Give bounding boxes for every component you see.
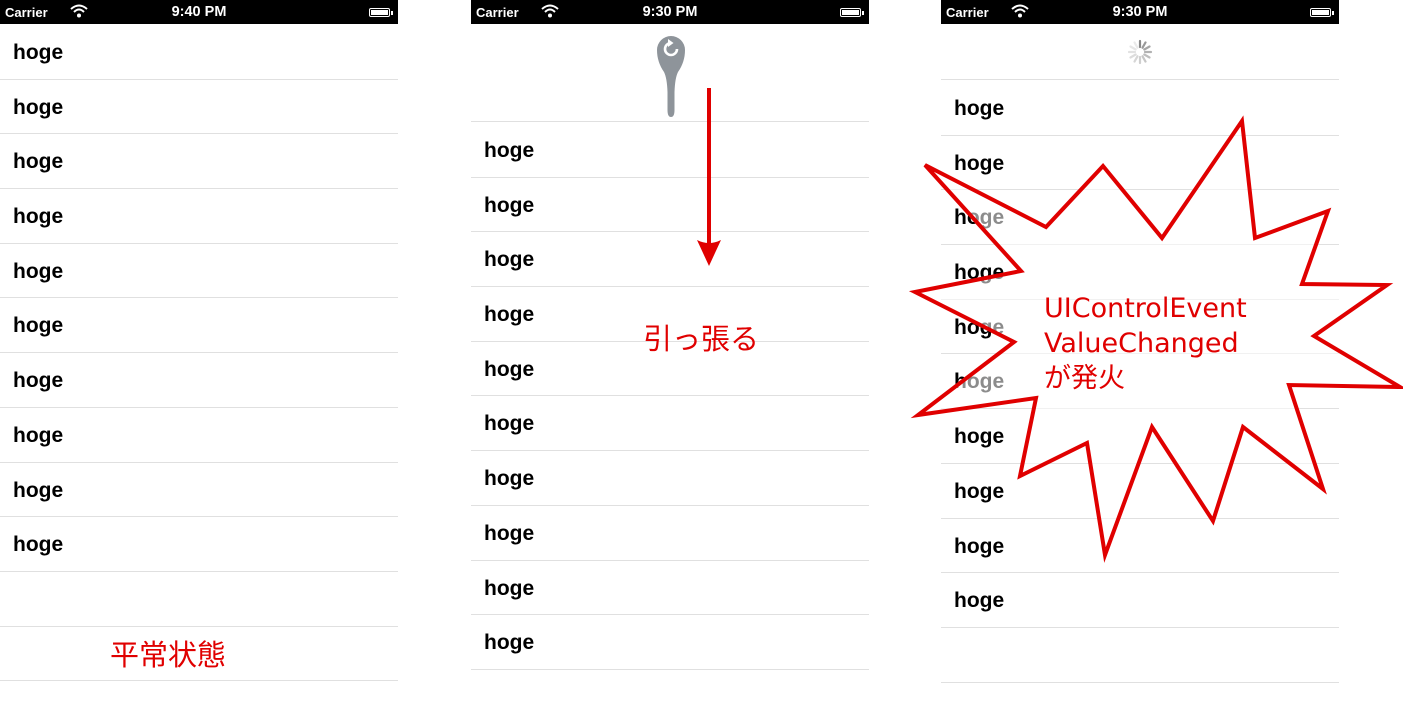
table-row[interactable]: hoge [0, 25, 398, 80]
row-label: hoge [13, 423, 64, 447]
table-row[interactable]: hoge [941, 136, 1339, 191]
row-label: hoge [954, 261, 1005, 285]
row-label: hoge [13, 259, 64, 283]
battery-icon [369, 8, 393, 17]
table-view[interactable]: hoge hoge hoge hoge hoge hoge hoge hoge … [0, 25, 398, 682]
annotation-caption: 平常状態 [110, 638, 227, 672]
row-label: hoge [954, 315, 1005, 339]
table-row[interactable]: hoge [0, 517, 398, 572]
status-bar: Carrier 9:40 PM [0, 0, 398, 24]
empty-row [0, 572, 398, 627]
table-row[interactable]: hoge [0, 80, 398, 135]
status-time: 9:40 PM [171, 4, 227, 20]
burst-line: UIControlEvent [1044, 293, 1247, 324]
row-label: hoge [954, 151, 1005, 175]
empty-row [941, 628, 1339, 683]
activity-spinner-icon [1127, 39, 1153, 65]
table-row[interactable]: hoge [0, 463, 398, 518]
screen-pulling: Carrier 9:30 PM hoge hoge hoge hoge hoge… [471, 0, 869, 707]
row-label: hoge [954, 479, 1005, 503]
refresh-control[interactable] [941, 24, 1339, 80]
table-row[interactable]: hoge [0, 298, 398, 354]
table-row[interactable]: hoge [941, 190, 1339, 246]
table-row[interactable]: hoge [0, 244, 398, 299]
status-time: 9:30 PM [1112, 4, 1168, 20]
row-label: hoge [954, 534, 1005, 558]
row-label: hoge [13, 478, 64, 502]
battery-icon [1310, 8, 1334, 17]
row-label: hoge [13, 150, 64, 174]
table-row[interactable]: hoge [941, 81, 1339, 136]
annotation-caption: 引っ張る [643, 322, 760, 356]
row-label: hoge [13, 369, 64, 393]
row-label: hoge [13, 95, 64, 119]
burst-annotation: UIControlEvent ValueChanged が発火 [1044, 291, 1247, 396]
burst-line: ValueChanged [1044, 328, 1239, 359]
table-row[interactable]: hoge [941, 409, 1339, 464]
table-row[interactable]: hoge [0, 189, 398, 244]
burst-line: が発火 [1044, 363, 1125, 394]
row-label: hoge [954, 370, 1005, 394]
screen-normal: Carrier 9:40 PM hoge hoge hoge hoge hoge… [0, 0, 398, 707]
table-row[interactable]: hoge [941, 464, 1339, 519]
table-row[interactable]: hoge [0, 353, 398, 408]
row-label: hoge [954, 97, 1005, 120]
table-row[interactable]: hoge [0, 408, 398, 463]
status-bar: Carrier 9:30 PM [941, 0, 1339, 24]
row-label: hoge [954, 425, 1005, 449]
table-row[interactable]: hoge [941, 519, 1339, 574]
row-label: hoge [954, 206, 1005, 230]
row-label: hoge [954, 589, 1005, 613]
table-row[interactable]: hoge [941, 573, 1339, 628]
table-row[interactable]: hoge [0, 134, 398, 190]
row-label: hoge [13, 205, 64, 229]
row-label: hoge [13, 314, 64, 338]
row-label: hoge [13, 533, 64, 557]
row-label: hoge [13, 41, 64, 64]
